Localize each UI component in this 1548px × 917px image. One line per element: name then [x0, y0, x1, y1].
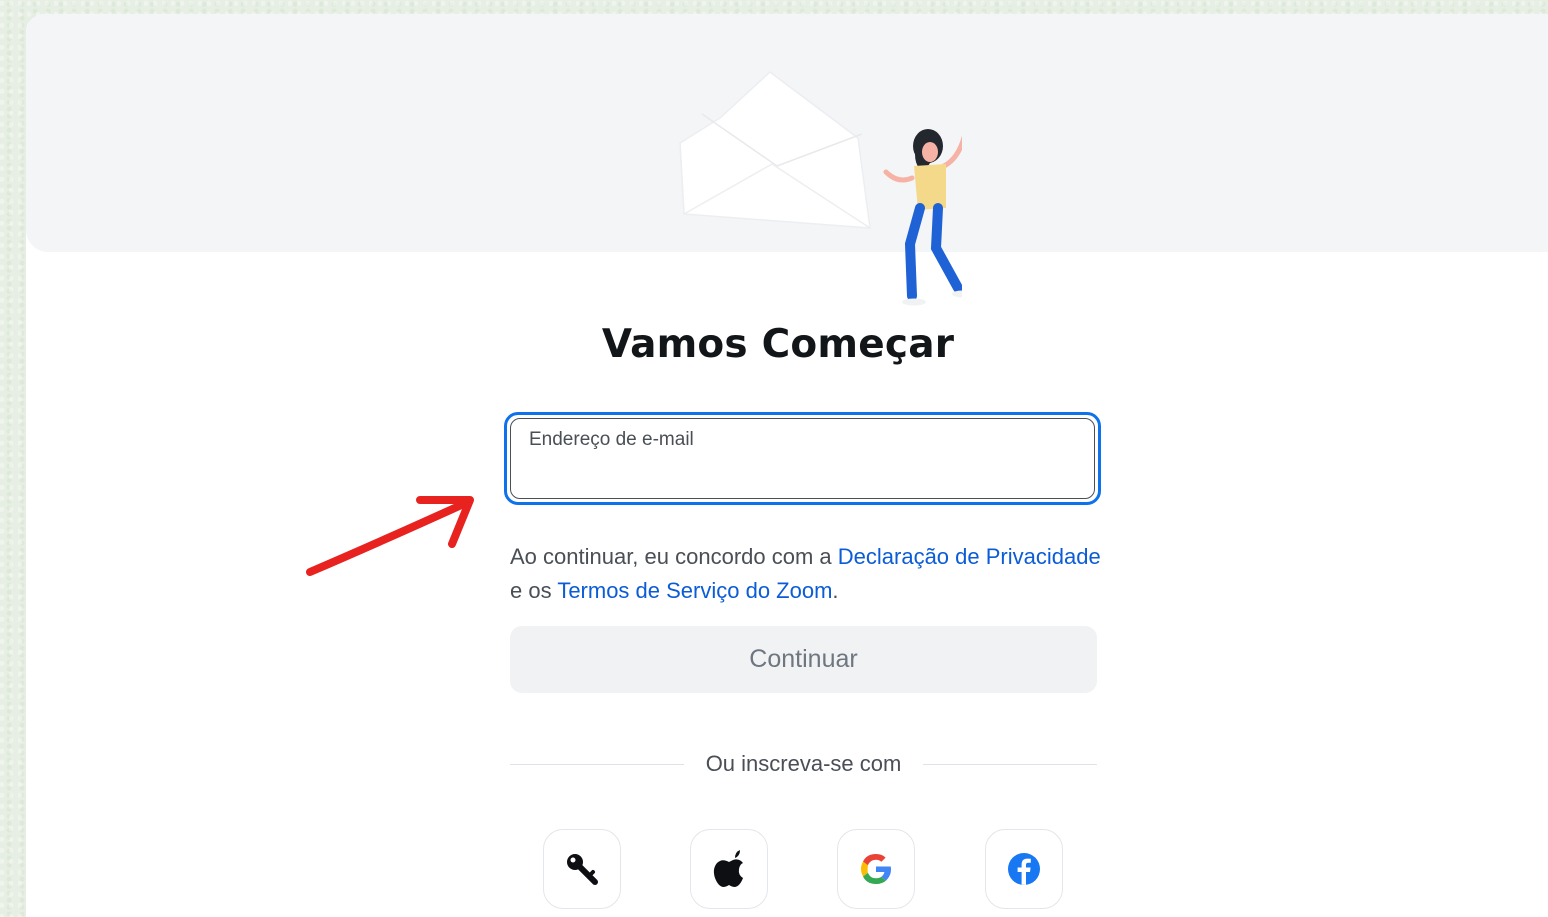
terms-prefix: Ao continuar, eu concordo com a — [510, 544, 838, 569]
google-signin-button[interactable] — [837, 829, 915, 909]
terms-text: Ao continuar, eu concordo com a Declaraç… — [510, 540, 1110, 608]
terms-suffix: . — [832, 578, 839, 603]
email-field-border[interactable]: Endereço de e-mail — [510, 418, 1095, 499]
email-field[interactable]: Endereço de e-mail — [504, 412, 1101, 505]
sso-button[interactable] — [543, 829, 621, 909]
page-title: Vamos Começar — [601, 322, 955, 367]
apple-signin-button[interactable] — [690, 829, 768, 909]
privacy-link[interactable]: Declaração de Privacidade — [838, 544, 1101, 569]
email-field-label: Endereço de e-mail — [529, 429, 694, 450]
google-icon — [860, 854, 891, 884]
terms-of-service-link[interactable]: Termos de Serviço do Zoom — [557, 578, 832, 603]
annotation-arrow-icon — [306, 496, 474, 576]
apple-icon — [713, 850, 743, 887]
envelope-woman-illustration — [679, 71, 962, 306]
woman-figure — [883, 129, 962, 306]
envelope-icon — [679, 71, 871, 229]
facebook-signin-button[interactable] — [985, 829, 1063, 909]
email-input[interactable] — [527, 452, 1078, 488]
terms-middle: e os — [510, 578, 558, 603]
divider-line-right — [923, 763, 1097, 765]
facebook-icon — [1008, 853, 1040, 885]
key-icon — [567, 854, 598, 885]
divider-line-left — [510, 763, 684, 765]
continue-button[interactable]: Continuar — [510, 626, 1097, 693]
divider-label: Ou inscreva-se com — [705, 751, 902, 776]
signup-divider: Ou inscreva-se com — [510, 748, 1097, 780]
